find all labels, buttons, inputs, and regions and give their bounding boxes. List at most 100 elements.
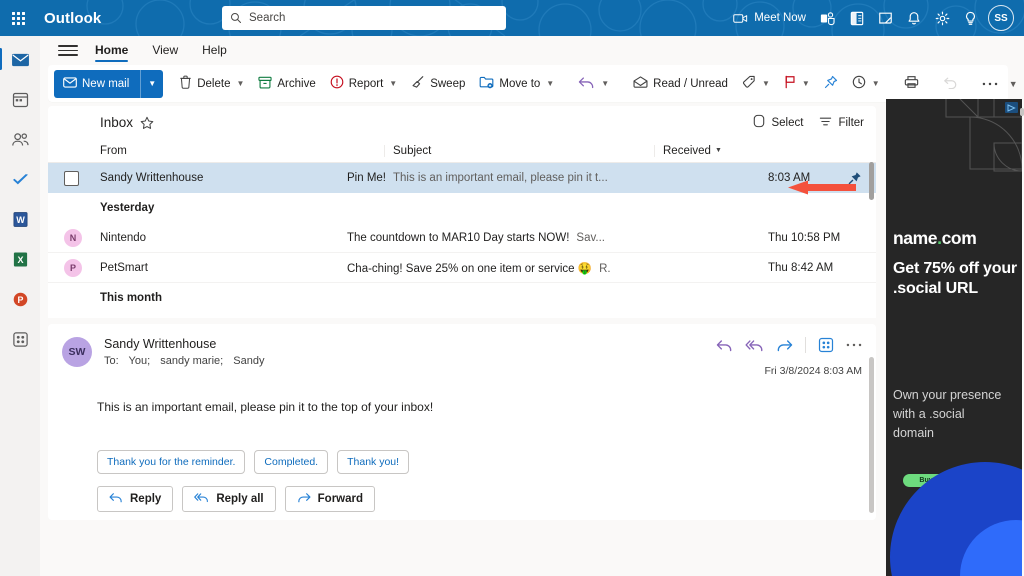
list-header-actions: Select Filter xyxy=(753,114,864,131)
recipient-you[interactable]: You; xyxy=(129,355,151,367)
teams-button[interactable] xyxy=(813,0,843,36)
select-button[interactable]: Select xyxy=(753,114,803,131)
pin-button[interactable] xyxy=(817,70,845,97)
chevron-down-icon[interactable]: ▼ xyxy=(762,79,770,88)
sender-avatar: SW xyxy=(62,337,92,367)
rail-item-apps[interactable] xyxy=(4,324,36,354)
user-avatar[interactable]: SS xyxy=(988,5,1014,31)
reading-pane-recipients: To: You; sandy marie; Sandy xyxy=(104,355,716,367)
new-mail-dropdown[interactable]: ▼ xyxy=(140,69,164,98)
tag-button[interactable]: ▼ xyxy=(735,70,777,97)
chevron-down-icon[interactable]: ▼ xyxy=(546,79,554,88)
sender-avatar: P xyxy=(64,258,82,277)
undo-button[interactable] xyxy=(936,70,965,97)
sweep-button[interactable]: Sweep xyxy=(404,70,472,97)
rail-item-word[interactable]: W xyxy=(4,204,36,234)
gear-icon xyxy=(935,11,950,26)
search-input[interactable] xyxy=(249,12,498,24)
tab-view[interactable]: View xyxy=(142,39,188,63)
suggested-reply-1[interactable]: Thank you for the reminder. xyxy=(97,449,246,474)
snooze-button[interactable]: ▼ xyxy=(845,70,887,97)
reply-button[interactable]: Reply xyxy=(97,485,174,512)
chevron-down-icon[interactable]: ▼ xyxy=(872,79,880,88)
window-scrollbar[interactable] xyxy=(1020,108,1024,116)
hamburger-menu-button[interactable] xyxy=(55,38,81,64)
reply-button[interactable]: ▼ xyxy=(571,70,616,97)
trash-icon xyxy=(179,75,192,92)
move-to-button[interactable]: Move to ▼ xyxy=(472,70,561,97)
column-from[interactable]: From xyxy=(100,145,384,157)
archive-button[interactable]: Archive xyxy=(251,70,322,97)
chevron-down-icon[interactable]: ▼ xyxy=(236,79,244,88)
tab-home[interactable]: Home xyxy=(85,39,138,63)
suggested-reply-2[interactable]: Completed. xyxy=(254,449,329,474)
reading-pane-scrollbar[interactable] xyxy=(869,357,874,513)
rail-item-excel[interactable]: X xyxy=(4,244,36,274)
ad-brand-text: name xyxy=(893,228,938,248)
chevron-down-icon[interactable]: ▼ xyxy=(601,79,609,88)
mail-icon xyxy=(11,53,29,66)
reading-pane-meta: Sandy Writtenhouse To: You; sandy marie;… xyxy=(104,337,716,377)
message-from: PetSmart xyxy=(100,261,148,274)
forward-button[interactable]: Forward xyxy=(284,485,376,512)
rail-item-calendar[interactable] xyxy=(4,84,36,114)
reply-icon[interactable] xyxy=(716,339,733,352)
reply-all-icon[interactable] xyxy=(745,339,764,352)
chevron-down-icon[interactable]: ▼ xyxy=(389,79,397,88)
more-actions-ellipsis-icon[interactable] xyxy=(846,342,862,348)
app-launcher-button[interactable] xyxy=(0,0,36,36)
message-row-pinned[interactable]: Sandy Writtenhouse Pin Me! This is an im… xyxy=(48,163,876,193)
reply-all-button[interactable]: Reply all xyxy=(182,485,276,512)
chevron-down-icon[interactable]: ▼ xyxy=(802,79,810,88)
more-options-button[interactable] xyxy=(975,70,1005,97)
rail-item-todo[interactable] xyxy=(4,164,36,194)
message-checkbox[interactable] xyxy=(64,170,79,186)
message-subject: Cha-ching! Save 25% on one item or servi… xyxy=(347,262,593,275)
ad-disclosure-badge[interactable] xyxy=(1005,102,1018,113)
envelope-icon xyxy=(63,76,77,91)
select-label: Select xyxy=(771,116,804,129)
message-subject-preview: Pin Me! This is an important email, plea… xyxy=(347,172,758,184)
ribbon-collapse-chevron[interactable]: ▼ xyxy=(1005,79,1022,89)
column-subject[interactable]: Subject xyxy=(384,144,654,157)
report-button[interactable]: Report ▼ xyxy=(323,70,404,97)
rail-item-mail[interactable] xyxy=(0,44,36,74)
delete-button[interactable]: Delete ▼ xyxy=(172,70,251,97)
notifications-button[interactable] xyxy=(900,0,928,36)
help-button[interactable] xyxy=(957,0,984,36)
sender-avatar: N xyxy=(64,228,82,247)
message-row-nintendo[interactable]: N Nintendo The countdown to MAR10 Day st… xyxy=(48,223,876,253)
rail-item-powerpoint[interactable]: P xyxy=(4,284,36,314)
print-button[interactable] xyxy=(897,70,926,97)
tab-help[interactable]: Help xyxy=(192,39,237,63)
archive-label: Archive xyxy=(277,77,316,90)
rail-item-people[interactable] xyxy=(4,124,36,154)
annotation-arrow xyxy=(788,180,856,195)
meet-now-button[interactable]: Meet Now xyxy=(726,0,813,36)
add-ins-grid-icon[interactable] xyxy=(818,337,834,353)
settings-button[interactable] xyxy=(928,0,957,36)
message-list-scrollbar[interactable] xyxy=(869,162,874,200)
group-header-this-month: This month xyxy=(48,283,876,313)
office-app-button[interactable] xyxy=(843,0,871,36)
read-unread-button[interactable]: Read / Unread xyxy=(626,70,735,97)
search-box[interactable] xyxy=(222,6,506,30)
forward-icon[interactable] xyxy=(776,339,793,352)
left-app-rail: W X P xyxy=(0,36,40,576)
checkmark-icon xyxy=(12,173,28,184)
recipient-sandy[interactable]: Sandy xyxy=(233,355,264,367)
message-subject-preview: Cha-ching! Save 25% on one item or servi… xyxy=(347,261,758,275)
reading-pane-right: Fri 3/8/2024 8:03 AM xyxy=(716,337,862,377)
message-row-petsmart[interactable]: P PetSmart Cha-ching! Save 25% on one it… xyxy=(48,253,876,283)
favorite-star-icon[interactable] xyxy=(140,116,154,130)
filter-button[interactable]: Filter xyxy=(819,116,864,130)
new-mail-label: New mail xyxy=(82,77,130,90)
new-mail-button[interactable]: New mail xyxy=(54,69,141,98)
recipient-sandy-marie[interactable]: sandy marie; xyxy=(160,355,223,367)
flag-button[interactable]: ▼ xyxy=(777,70,817,97)
column-received[interactable]: Received ▼ xyxy=(654,144,876,157)
suggested-reply-3[interactable]: Thank you! xyxy=(337,449,410,474)
advertisement-panel[interactable]: name.com Get 75% off your .social URL Ow… xyxy=(886,99,1022,576)
svg-text:P: P xyxy=(17,294,23,304)
notes-button[interactable] xyxy=(871,0,900,36)
